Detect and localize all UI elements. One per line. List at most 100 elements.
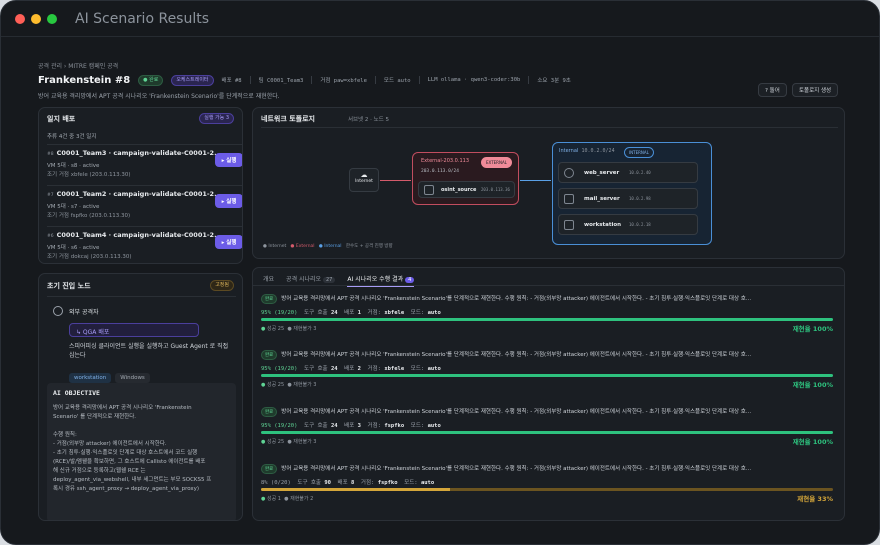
cloud-icon: ☁ [360, 171, 368, 179]
external-badge: EXTERNAL [481, 157, 512, 168]
deployment-item[interactable]: #7 C0001_Team2 · campaign-validate-C0001-… [47, 185, 242, 221]
qga-deploy-button[interactable]: ↳ QGA 배포 [69, 323, 199, 337]
result-row[interactable]: 완료 방어 교육용 격리망에서 APT 공격 시나리오 'Frankenstein… [261, 350, 833, 402]
external-cidr: 203.0.113.0/24 [421, 169, 459, 174]
reproduction-rate: 재현율 100% [792, 325, 833, 333]
host-osint-source[interactable]: osint_source 203.0.113.36 [418, 181, 515, 198]
result-status-badge: 완료 [261, 407, 278, 417]
link-line [380, 180, 411, 181]
internet-node[interactable]: ☁ Internet [349, 168, 379, 192]
deployments-subtitle: 추류 4건 중 3건 일지 [47, 134, 97, 140]
host-ip: 10.0.2.98 [629, 196, 651, 201]
result-stats: 95% (19/20) 도구 호출 24 배포 2 거점: xbfele 모드:… [261, 366, 441, 372]
deployment-name: #6 C0001_Team4 · campaign-validate-C0001-… [47, 231, 222, 239]
deployments-title: 일지 배포 [47, 115, 76, 123]
result-text: 완료 방어 교육용 격리망에서 APT 공격 시나리오 'Frankenstein… [261, 464, 833, 474]
internal-name: Internal 10.0.2.0/24 [559, 148, 615, 154]
progress-fill [261, 318, 833, 321]
host-ip: 10.0.2.40 [629, 170, 651, 175]
result-counts: ● 성공 25 ● 재현불가 3 [261, 326, 317, 332]
internal-subnet[interactable]: Internal 10.0.2.0/24 INTERNAL web_server… [552, 142, 712, 245]
host-mail-server[interactable]: mail_server 10.0.2.98 [558, 188, 698, 209]
external-subnet[interactable]: External-203.0.113 EXTERNAL 203.0.113.0/… [412, 152, 519, 205]
objective-text: 방어 교육용 격리망에서 APT 공격 시나리오 'Frankenstein S… [53, 405, 212, 492]
deployments-panel: 일지 배포 실행 가능 3 추류 4건 중 3건 일지 #8 C0001_Team… [38, 107, 243, 264]
topology-panel: 네트워크 토폴로지 서브넷 2 · 노드 5 ☁ Internet Extern… [252, 107, 845, 259]
app-window: AI Scenario Results 공격 관리 › MITRE 캠페인 공격… [0, 0, 880, 545]
status-badge: ● 완료 [138, 74, 164, 86]
progress-fill [261, 374, 833, 377]
run-button[interactable]: ▸ 실행 [215, 153, 242, 167]
reproduction-rate: 재현율 100% [792, 438, 833, 446]
breadcrumb[interactable]: 공격 관리 › MITRE 캠페인 공격 [38, 61, 118, 70]
progress-bar [261, 431, 833, 434]
deployment-name: #7 C0001_Team2 · campaign-validate-C0001-… [47, 190, 222, 198]
progress-fill [261, 488, 450, 491]
globe-icon [564, 168, 574, 178]
page-header: Frankenstein #8 ● 완료 오케스트레이터 배포 #8 팀 C00… [38, 74, 571, 86]
type-badge: 오케스트레이터 [171, 74, 214, 86]
result-row[interactable]: 완료 방어 교육용 격리망에서 APT 공격 시나리오 'Frankenstein… [261, 464, 833, 516]
result-text: 완료 방어 교육용 격리망에서 APT 공격 시나리오 'Frankenstein… [261, 350, 833, 360]
reproduction-rate: 재현율 33% [797, 495, 833, 503]
results-panel: 개요 공격 시나리오 27 AI 시나리오 수행 결과 4 완료 방어 교육용 격… [252, 267, 845, 521]
progress-bar [261, 318, 833, 321]
tag-workstation: workstation [69, 373, 112, 383]
link-line [520, 180, 551, 181]
deployment-info: VM 5대 · s8 · active [47, 163, 100, 169]
reproduction-rate: 재현율 100% [792, 381, 833, 389]
result-counts: ● 성공 1 ● 재현불가 2 [261, 496, 314, 502]
meta-duration: 소요 3분 9초 [537, 78, 571, 84]
result-counts: ● 성공 25 ● 재현불가 3 [261, 439, 317, 445]
minimize-window-button[interactable] [31, 13, 41, 24]
progress-fill [261, 431, 833, 434]
host-web-server[interactable]: web_server 10.0.2.40 [558, 162, 698, 183]
host-workstation[interactable]: workstation 10.0.2.18 [558, 214, 698, 235]
deployment-item[interactable]: #6 C0001_Team4 · campaign-validate-C0001-… [47, 226, 242, 262]
result-stats: 95% (19/20) 도구 호출 24 배포 1 거점: xbfele 모드:… [261, 310, 441, 316]
result-text: 완료 방어 교육용 격리망에서 APT 공격 시나리오 'Frankenstein… [261, 407, 833, 417]
meta-mode: 모드 auto [383, 78, 411, 84]
tag-windows: Windows [115, 373, 150, 383]
host-name: osint_source [441, 187, 477, 193]
entry-node-panel: 초기 진입 노드 고정됨 외부 공격자 ↳ QGA 배포 스피어피싱 클라이언트… [38, 273, 243, 521]
deployment-info: VM 5대 · s7 · active [47, 204, 100, 210]
deployment-target: 조기 거점 fspfko (203.0.113.30) [47, 213, 131, 219]
host-ip: 10.0.2.18 [629, 222, 651, 227]
close-window-button[interactable] [15, 13, 25, 24]
result-row[interactable]: 완료 방어 교육용 격리망에서 APT 공격 시나리오 'Frankenstein… [261, 407, 833, 459]
globe-icon [53, 306, 63, 316]
internal-badge: INTERNAL [624, 147, 654, 158]
window-title: AI Scenario Results [75, 10, 210, 27]
result-status-badge: 완료 [261, 464, 278, 474]
external-name: External-203.0.113 [421, 158, 469, 164]
deployment-item[interactable]: #8 C0001_Team3 · campaign-validate-C0001-… [47, 144, 242, 180]
attacker-label: 외부 공격자 [69, 309, 99, 316]
result-text: 완료 방어 교육용 격리망에서 APT 공격 시나리오 'Frankenstein… [261, 294, 833, 304]
host-name: mail_server [584, 196, 620, 202]
qga-description: 스피어피싱 클라이언트 실행을 실행하고 Guest Agent 로 직접 심는… [69, 343, 229, 359]
progress-bar [261, 374, 833, 377]
topology-legend: ● Internet ● External ● Internal 한수도 + 공… [263, 244, 393, 249]
generate-topology-button[interactable]: 토폴로지 생성 [792, 83, 839, 97]
mail-icon [564, 194, 574, 204]
result-status-badge: 완료 [261, 350, 278, 360]
result-row[interactable]: 완료 방어 교육용 격리망에서 APT 공격 시나리오 'Frankenstein… [261, 294, 833, 346]
topology-subtitle: 서브넷 2 · 노드 5 [348, 117, 390, 123]
ai-objective-box: AI OBJECTIVE 방어 교육용 격리망에서 APT 공격 시나리오 'F… [47, 383, 236, 520]
internet-label: Internet [355, 179, 373, 184]
objective-title: AI OBJECTIVE [53, 389, 100, 397]
help-button[interactable]: ? 돌어 [758, 83, 787, 97]
host-ip: 203.0.113.36 [481, 187, 510, 192]
server-icon [424, 185, 434, 195]
entry-title: 초기 진입 노드 [47, 282, 91, 290]
meta-llm: LLM ollama · qwen3-coder:30b [427, 77, 521, 83]
deployment-info: VM 5대 · s6 · active [47, 245, 100, 251]
monitor-icon [564, 220, 574, 230]
run-button[interactable]: ▸ 실행 [215, 235, 242, 249]
meta-team: 팀 C0001_Team3 [258, 78, 304, 84]
run-button[interactable]: ▸ 실행 [215, 194, 242, 208]
result-stats: 8% (0/20) 도구 호출 90 배포 8 거점: fspfko 모드: a… [261, 480, 435, 486]
fixed-badge: 고정됨 [210, 280, 234, 291]
maximize-window-button[interactable] [47, 13, 57, 24]
